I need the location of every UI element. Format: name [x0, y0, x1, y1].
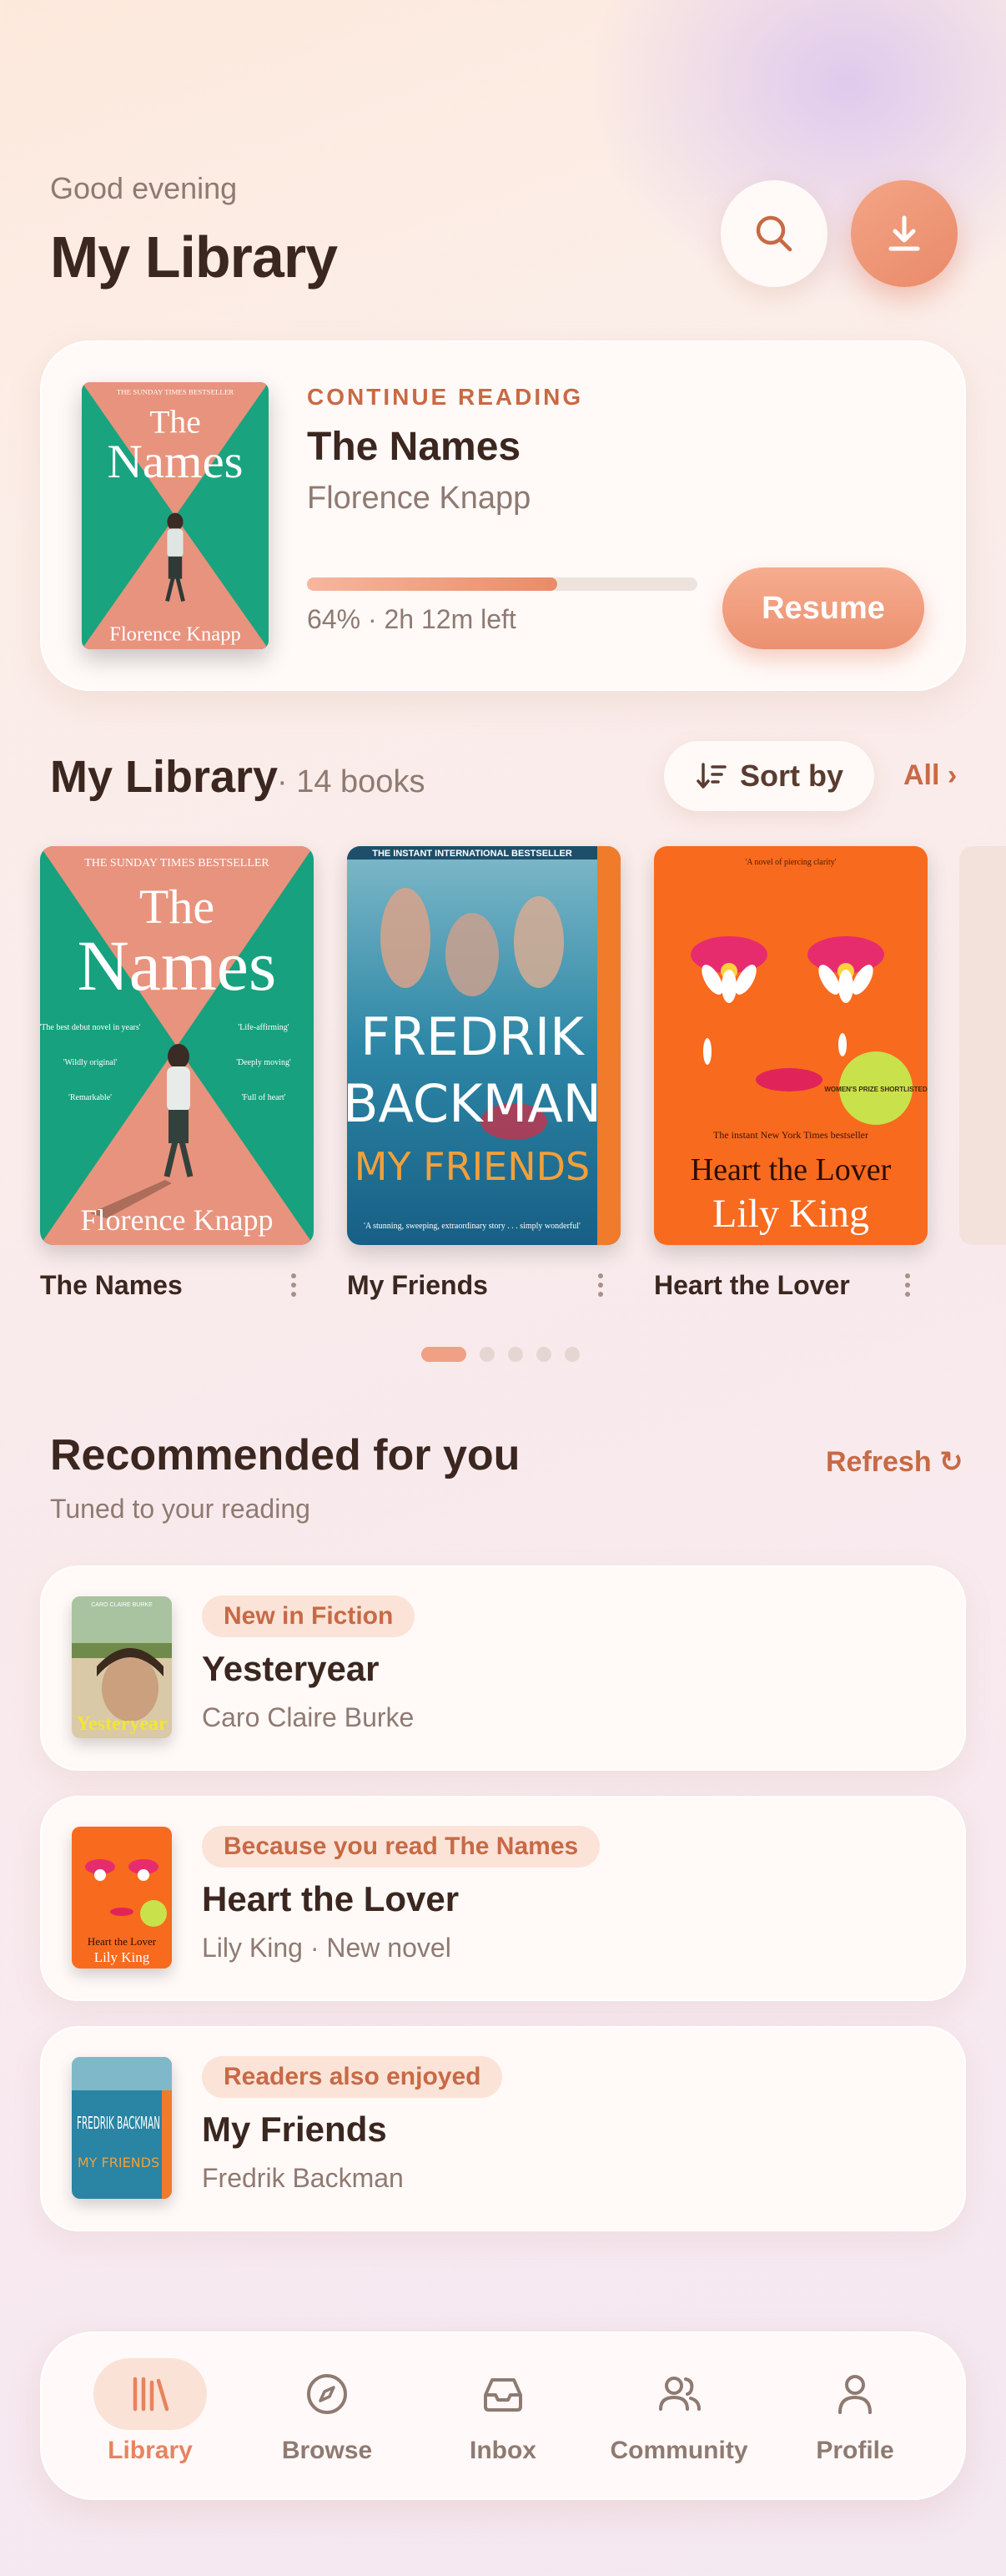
- cover-title-2: Names: [107, 434, 243, 487]
- recommendation-subtitle: Caro Claire Burke: [202, 1702, 415, 1732]
- book-title-label[interactable]: Heart the Lover: [654, 1270, 850, 1301]
- cover-author: Florence Knapp: [109, 623, 241, 645]
- recommendation-cover[interactable]: CARO CLAIRE BURKE Yesteryear: [72, 1596, 172, 1738]
- carousel-dot[interactable]: [565, 1347, 580, 1362]
- cover-author-1: FREDRIK: [360, 1006, 585, 1067]
- cover-blurb: 'Remarkable': [68, 1093, 112, 1102]
- cover-title: MY FRIENDS: [355, 1144, 591, 1189]
- cover-top-quote: 'A novel of piercing clarity': [745, 858, 836, 867]
- continue-reading-author: Florence Knapp: [307, 481, 531, 516]
- download-button[interactable]: [851, 180, 958, 287]
- rec-cover-author: Lily King: [94, 1949, 150, 1965]
- cover-tagline: The instant New York Times bestseller: [713, 1129, 868, 1141]
- cover-banner: THE INSTANT INTERNATIONAL BESTSELLER: [372, 849, 572, 859]
- rec-cover-title: MY FRIENDS: [78, 2155, 159, 2170]
- recommended-subtitle: Tuned to your reading: [50, 1494, 310, 1524]
- nav-label: Community: [610, 2437, 748, 2464]
- book-more-button[interactable]: [898, 1268, 918, 1302]
- cover-title: Heart the Lover: [691, 1152, 892, 1187]
- cover-author-2: BACKMAN: [347, 1073, 601, 1134]
- nav-label: Inbox: [470, 2437, 536, 2464]
- next-book-peek[interactable]: [959, 846, 1006, 1245]
- carousel-pagination[interactable]: [421, 1347, 580, 1362]
- page-title: My Library: [50, 224, 338, 290]
- continue-reading-kicker: CONTINUE READING: [307, 384, 584, 410]
- recommendation-title: Yesteryear: [202, 1649, 380, 1688]
- search-button[interactable]: [721, 180, 827, 287]
- rec-cover-title: Heart the Lover: [88, 1935, 157, 1948]
- rec-cover-title: Yesteryear: [76, 1713, 168, 1735]
- cover-banner: THE SUNDAY TIMES BESTSELLER: [117, 388, 234, 396]
- cover-author: Florence Knapp: [81, 1203, 274, 1237]
- recommendation-cover[interactable]: Heart the Lover Lily King: [72, 1827, 172, 1969]
- nav-item-community[interactable]: Community: [596, 2353, 762, 2487]
- continue-reading-title: The Names: [307, 425, 521, 469]
- carousel-dot[interactable]: [421, 1347, 466, 1362]
- recommendation-card[interactable]: [40, 1565, 966, 1771]
- nav-label: Browse: [281, 2437, 373, 2464]
- recommendation-badge: Readers also enjoyed: [202, 2056, 503, 2098]
- book-title-label[interactable]: The Names: [40, 1270, 183, 1301]
- book-title-label[interactable]: My Friends: [347, 1270, 488, 1301]
- cover-blurb: 'The best debut novel in years': [40, 1023, 141, 1032]
- library-icon: [133, 2377, 169, 2412]
- book-cover-heart-the-lover[interactable]: 'A novel of piercing clarity' WOMEN'S PR…: [654, 846, 928, 1245]
- book-more-button[interactable]: [591, 1268, 611, 1302]
- recommendation-cover[interactable]: FREDRIK BACKMAN MY FRIENDS: [72, 2057, 172, 2199]
- recommendation-badge: New in Fiction: [202, 1596, 415, 1637]
- rec-cover-author: FREDRIK BACKMAN: [77, 2113, 160, 2133]
- cover-quote: 'A stunning, sweeping, extraordinary sto…: [364, 1222, 581, 1231]
- community-icon: [659, 2377, 701, 2411]
- nav-item-browse[interactable]: Browse: [244, 2353, 410, 2487]
- cover-author: Lily King: [712, 1192, 869, 1236]
- carousel-dot[interactable]: [536, 1347, 551, 1362]
- nav-item-library[interactable]: Library: [67, 2353, 234, 2487]
- nav-item-profile[interactable]: Profile: [772, 2353, 938, 2487]
- sort-label: Sort by: [739, 759, 843, 793]
- reading-progress-meta: 64% · 2h 12m left: [307, 604, 516, 634]
- reading-progress-fill: [307, 577, 557, 591]
- continue-reading-cover[interactable]: THE SUNDAY TIMES BESTSELLER The Names Fl…: [82, 382, 269, 649]
- nav-label: Library: [108, 2437, 193, 2464]
- compass-icon: [307, 2374, 347, 2414]
- greeting: Good evening: [50, 171, 238, 205]
- download-icon: [888, 215, 920, 251]
- profile-icon: [838, 2375, 872, 2414]
- resume-button[interactable]: Resume: [722, 567, 924, 649]
- recommendation-subtitle: Lily King · New novel: [202, 1933, 451, 1963]
- cover-blurb: 'Life-affirming': [238, 1023, 289, 1032]
- cover-blurb: 'Deeply moving': [236, 1058, 291, 1067]
- book-cover-the-names[interactable]: THE SUNDAY TIMES BESTSELLER The Names 'T…: [40, 846, 314, 1245]
- library-book-count: · 14 books: [277, 764, 425, 799]
- library-section-title: My Library: [50, 752, 279, 802]
- library-all-link[interactable]: All ›: [903, 759, 957, 792]
- cover-blurb: 'Wildly original': [63, 1058, 118, 1067]
- cover-title-2: Names: [78, 925, 277, 1006]
- cover-sticker: WOMEN'S PRIZE SHORTLISTED: [824, 1086, 927, 1093]
- carousel-dot[interactable]: [480, 1347, 495, 1362]
- nav-label: Profile: [816, 2437, 894, 2464]
- refresh-button[interactable]: Refresh ↻: [826, 1445, 963, 1479]
- search-icon: [756, 215, 792, 252]
- recommendation-title: Heart the Lover: [202, 1879, 460, 1918]
- recommended-title: Recommended for you: [50, 1431, 521, 1480]
- recommendation-card[interactable]: [40, 2026, 966, 2231]
- carousel-dot[interactable]: [508, 1347, 523, 1362]
- recommendation-title: My Friends: [202, 2110, 387, 2149]
- nav-item-inbox[interactable]: Inbox: [420, 2353, 586, 2487]
- reading-progress-bar: [307, 577, 697, 591]
- cover-banner: THE SUNDAY TIMES BESTSELLER: [84, 857, 269, 870]
- rec-cover-author: CARO CLAIRE BURKE: [91, 1602, 153, 1608]
- recommendation-badge: Because you read The Names: [202, 1826, 601, 1868]
- book-more-button[interactable]: [284, 1268, 304, 1302]
- inbox-icon: [484, 2378, 522, 2412]
- recommendation-subtitle: Fredrik Backman: [202, 2163, 404, 2193]
- cover-blurb: 'Full of heart': [241, 1093, 285, 1102]
- book-cover-my-friends[interactable]: THE INSTANT INTERNATIONAL BESTSELLER FRE…: [347, 846, 621, 1245]
- sort-icon: [697, 763, 727, 789]
- sort-button[interactable]: Sort by: [664, 741, 874, 811]
